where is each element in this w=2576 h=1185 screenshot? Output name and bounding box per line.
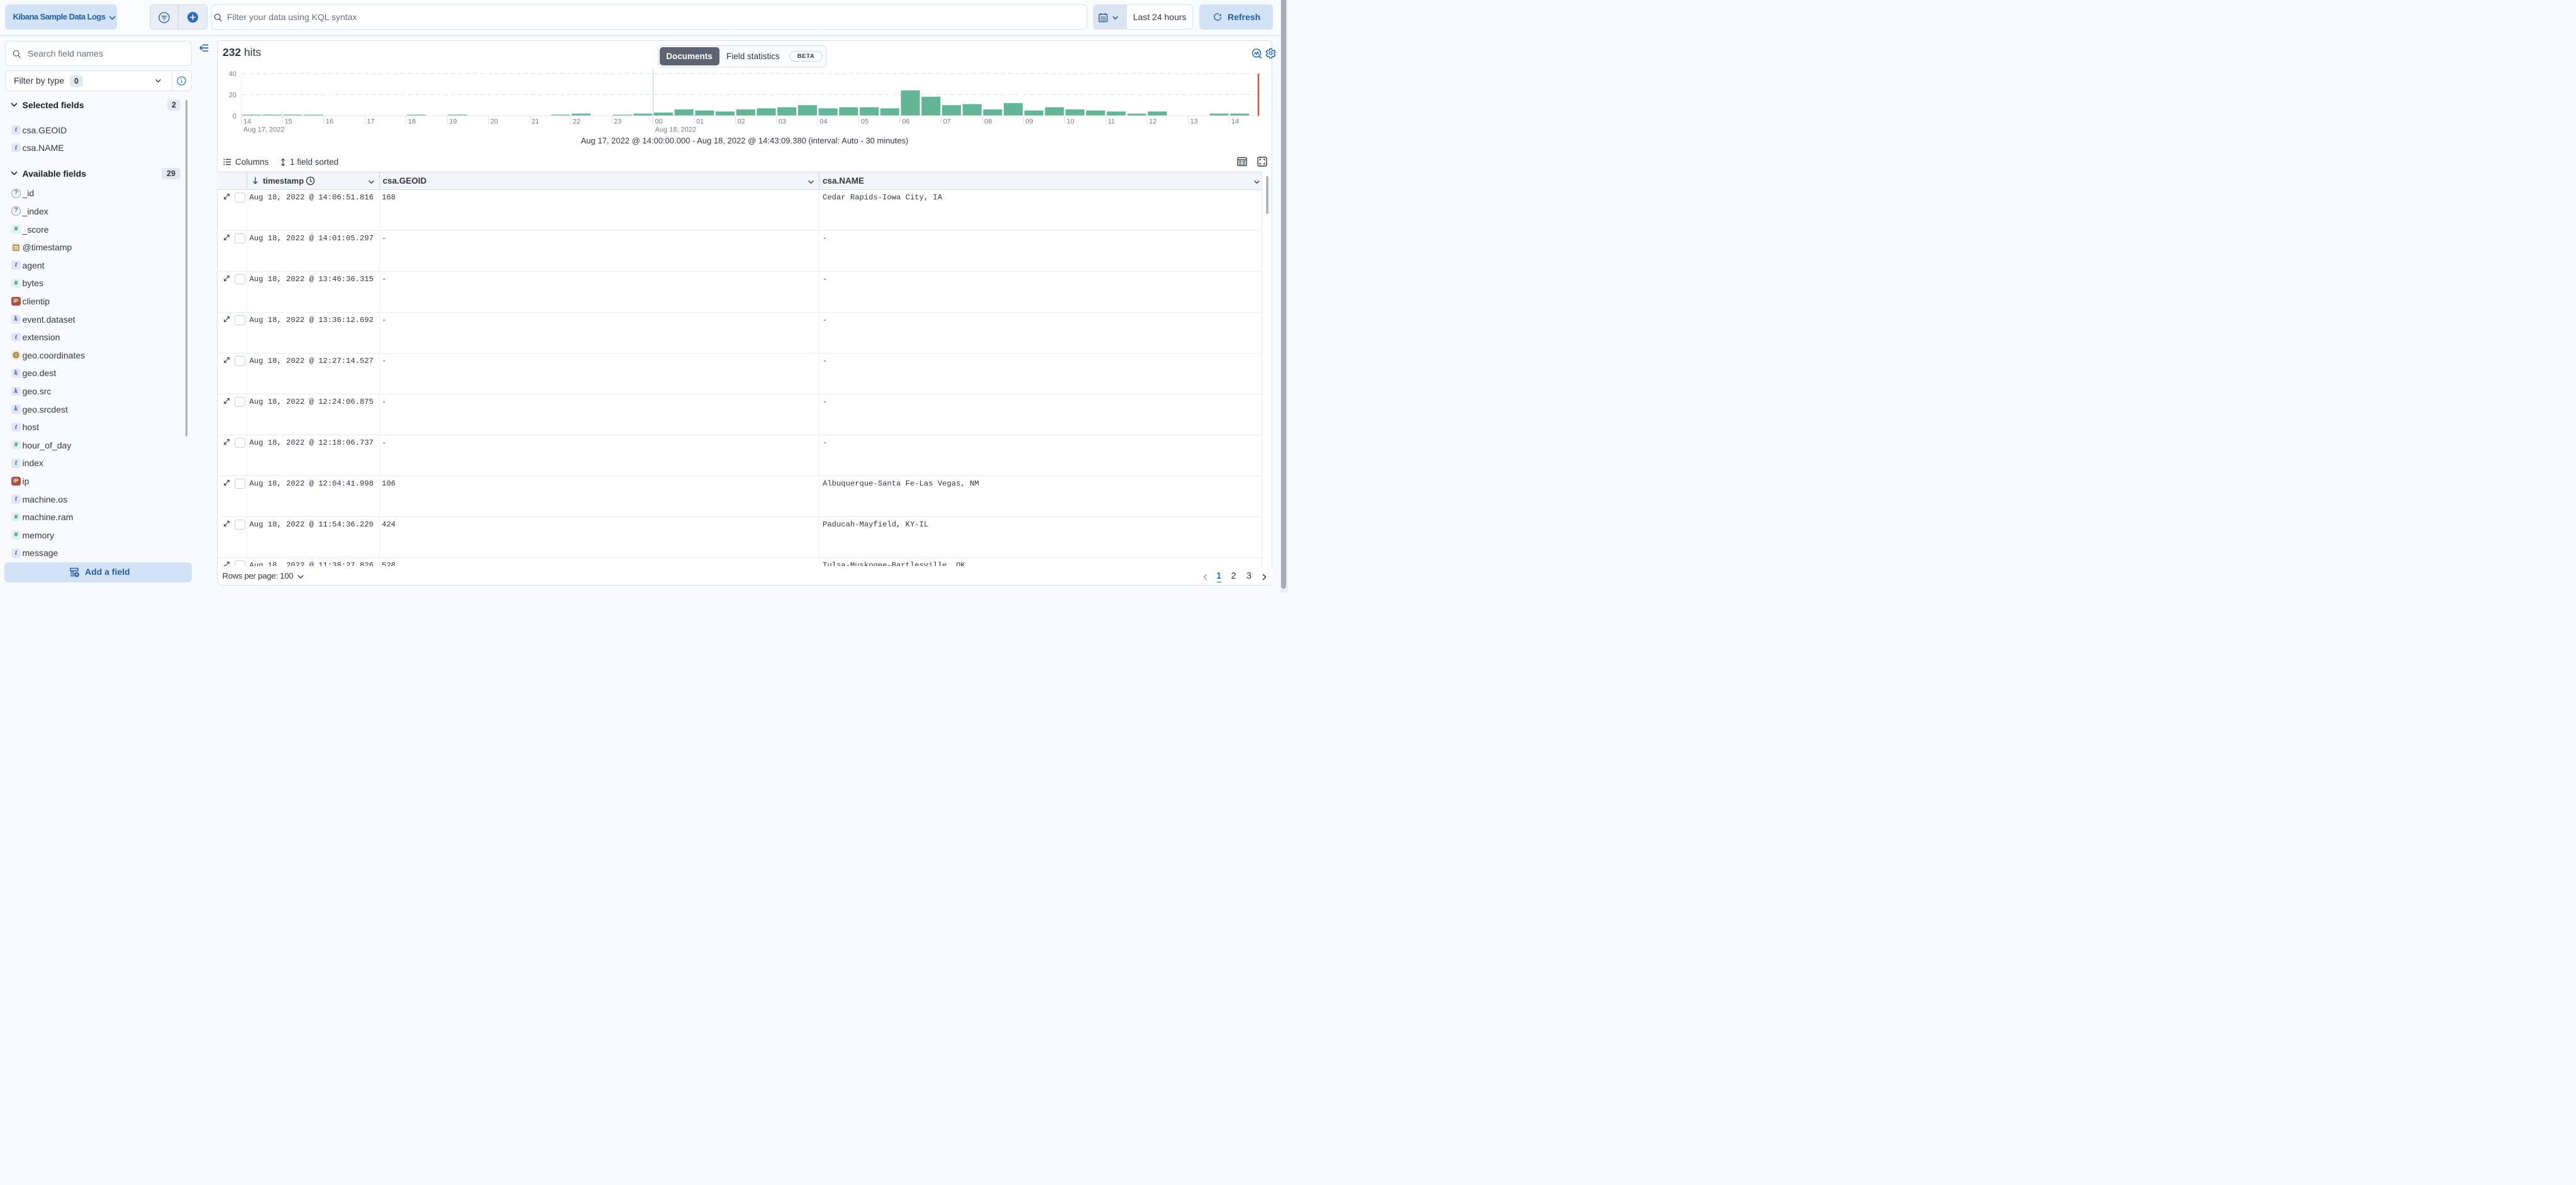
svg-text:18: 18 (408, 118, 416, 126)
svg-text:06: 06 (902, 118, 909, 126)
svg-text:09: 09 (1026, 118, 1033, 126)
svg-text:Aug 17, 2022: Aug 17, 2022 (243, 126, 284, 134)
svg-text:02: 02 (737, 118, 745, 126)
svg-text:19: 19 (449, 118, 457, 126)
svg-text:Aug 18, 2022: Aug 18, 2022 (655, 126, 696, 134)
svg-text:20: 20 (491, 118, 498, 126)
svg-text:12: 12 (1149, 118, 1157, 126)
svg-text:17: 17 (367, 118, 374, 126)
svg-text:04: 04 (819, 118, 827, 126)
svg-text:20: 20 (229, 91, 236, 99)
svg-text:0: 0 (233, 113, 236, 120)
svg-text:11: 11 (1108, 118, 1114, 126)
svg-text:15: 15 (284, 118, 292, 126)
svg-text:05: 05 (861, 118, 869, 126)
svg-text:07: 07 (943, 118, 951, 126)
svg-text:01: 01 (696, 118, 704, 126)
svg-text:21: 21 (531, 118, 539, 126)
svg-text:14: 14 (243, 118, 251, 126)
svg-text:10: 10 (1067, 118, 1074, 126)
svg-text:40: 40 (229, 70, 236, 78)
svg-text:00: 00 (655, 118, 663, 126)
svg-text:23: 23 (614, 118, 621, 126)
svg-text:08: 08 (984, 118, 992, 126)
svg-text:22: 22 (573, 118, 580, 126)
svg-text:16: 16 (326, 118, 333, 126)
svg-text:13: 13 (1190, 118, 1197, 126)
svg-text:14: 14 (1231, 118, 1239, 126)
svg-text:03: 03 (779, 118, 786, 126)
